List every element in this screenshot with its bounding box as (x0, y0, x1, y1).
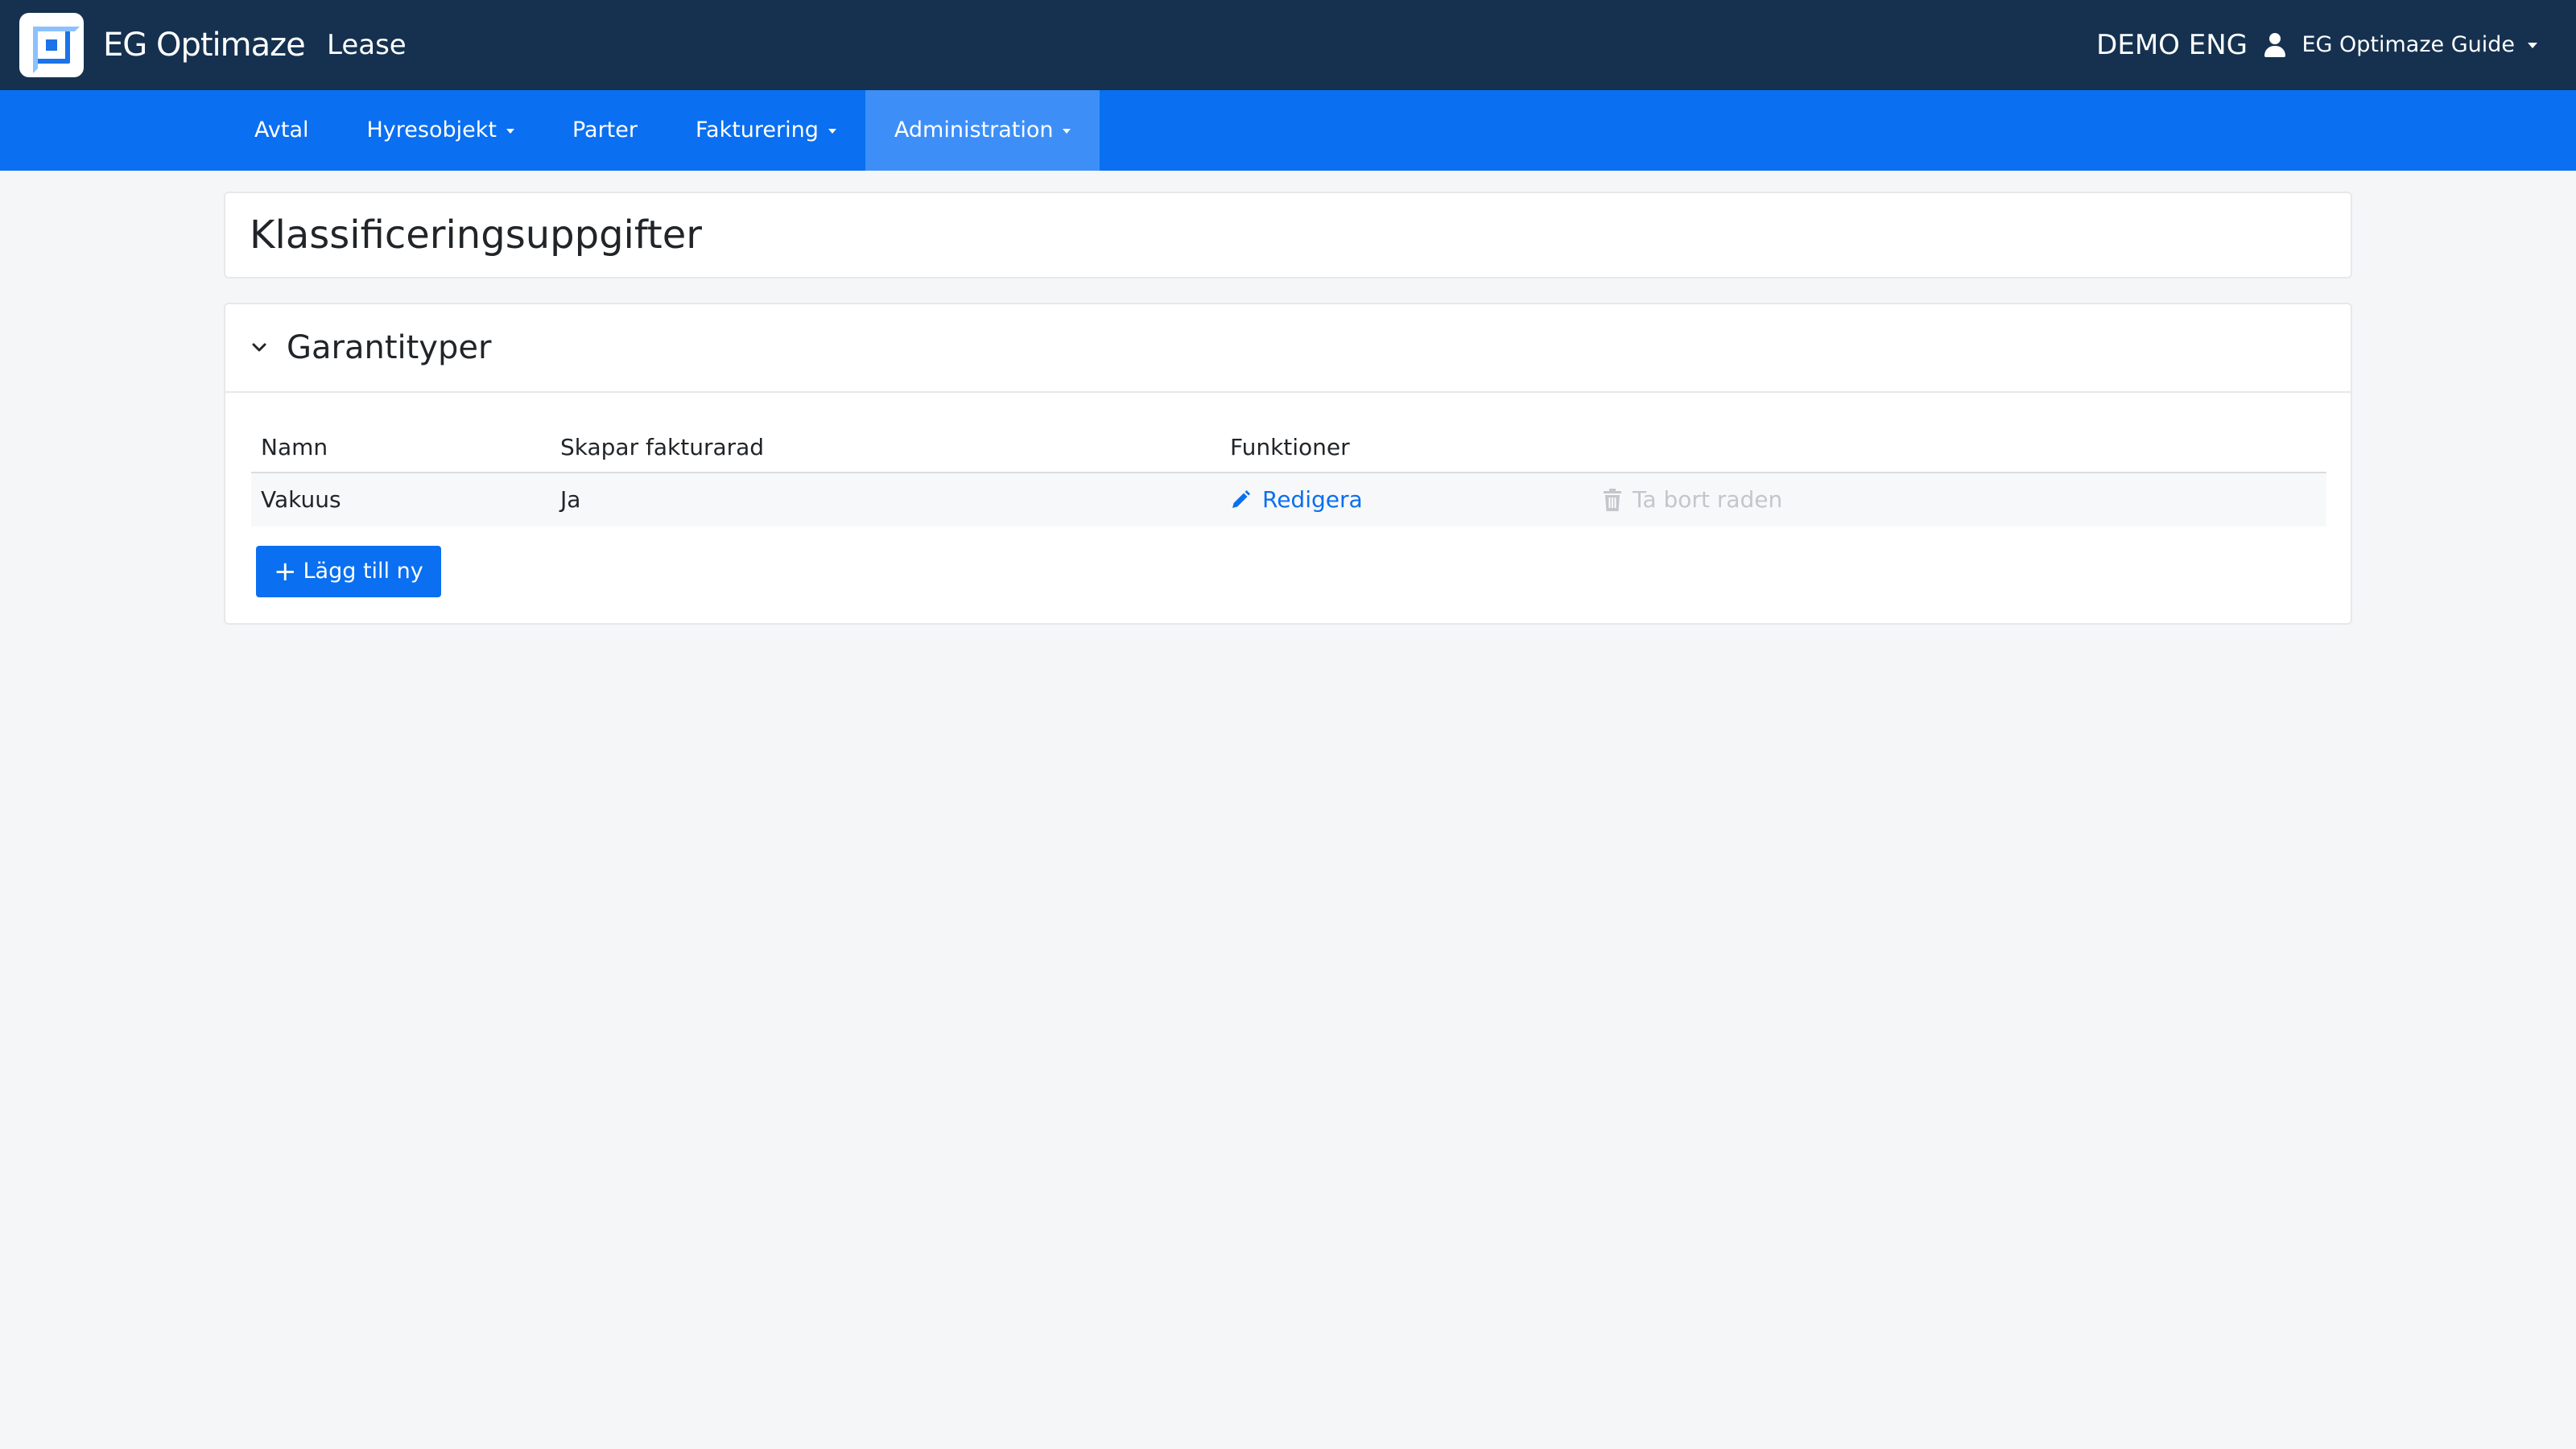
user-menu[interactable]: EG Optimaze Guide (2264, 23, 2537, 68)
section-toggle[interactable]: Garantityper (225, 304, 2351, 393)
top-header: EG Optimaze Lease DEMO ENG EG Optimaze G… (0, 0, 2576, 90)
nav-item-fakturering[interactable]: Fakturering (667, 90, 865, 171)
user-name: EG Optimaze Guide (2301, 32, 2515, 57)
add-new-button[interactable]: + Lägg till ny (256, 546, 441, 597)
edit-link[interactable]: Redigera (1230, 484, 1363, 516)
page-title: Klassificeringsuppgifter (250, 213, 703, 258)
nav-item-label: Fakturering (695, 118, 819, 142)
garantityper-section: Garantityper Namn Skapar fakturarad Funk… (224, 303, 2352, 625)
nav-item-parter[interactable]: Parter (543, 90, 667, 171)
nav-item-label: Administration (894, 118, 1054, 142)
app-name: Lease (327, 29, 407, 61)
caret-down-icon (506, 128, 514, 134)
page-title-card: Klassificeringsuppgifter (224, 192, 2352, 279)
section-title: Garantityper (287, 329, 492, 366)
user-icon (2264, 33, 2286, 57)
cell-name: Vakuus (261, 486, 341, 513)
edit-label: Redigera (1262, 486, 1363, 513)
pencil-icon (1232, 490, 1250, 508)
delete-row-link: Ta bort raden (1604, 484, 1782, 516)
column-header-skapar-fakturarad: Skapar fakturarad (560, 434, 765, 460)
main-nav: Avtal Hyresobjekt Parter Fakturering Adm… (0, 90, 2576, 171)
caret-down-icon (828, 128, 836, 134)
nav-item-label: Avtal (254, 118, 309, 142)
add-new-label: Lägg till ny (303, 559, 423, 584)
eg-logo-icon[interactable] (19, 13, 84, 77)
chevron-down-icon (252, 343, 266, 352)
nav-item-label: Hyresobjekt (366, 118, 497, 142)
table-row: Vakuus Ja Redigera Ta bort raden (251, 473, 2326, 526)
caret-down-icon (2528, 42, 2537, 48)
company-name: DEMO ENG (2096, 29, 2248, 61)
nav-item-hyresobjekt[interactable]: Hyresobjekt (338, 90, 543, 171)
plus-icon: + (274, 555, 297, 588)
column-header-namn: Namn (261, 434, 328, 460)
delete-label: Ta bort raden (1633, 486, 1783, 513)
column-header-funktioner: Funktioner (1230, 434, 1350, 460)
brand-name[interactable]: EG Optimaze (103, 23, 306, 68)
trash-icon (1604, 489, 1621, 511)
nav-item-avtal[interactable]: Avtal (225, 90, 338, 171)
caret-down-icon (1063, 128, 1071, 134)
nav-item-label: Parter (572, 118, 638, 142)
table-header: Namn Skapar fakturarad Funktioner (251, 422, 2326, 473)
garantityper-table: Namn Skapar fakturarad Funktioner Vakuus… (251, 422, 2326, 526)
nav-item-administration[interactable]: Administration (865, 90, 1100, 171)
cell-creates-invoice-row: Ja (560, 486, 581, 513)
